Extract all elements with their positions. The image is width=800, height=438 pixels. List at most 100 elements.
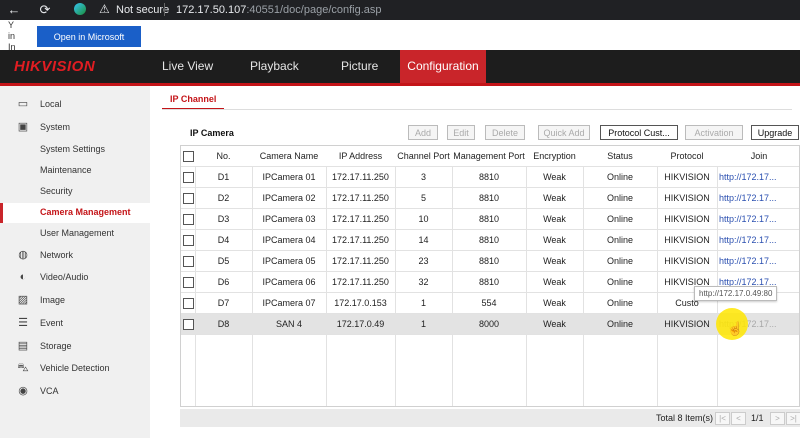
sidebar-item-system-settings[interactable]: System Settings — [0, 140, 150, 160]
table-cell: 8810 — [478, 172, 500, 182]
globe-icon: ◍ — [18, 249, 28, 261]
table-row[interactable]: D5 IPCamera 05 172.17.11.250 23 8810 Weak Onli… — [181, 251, 799, 272]
table-cell: Online — [606, 172, 633, 182]
tab-ip-channel[interactable]: IP Channel — [162, 90, 225, 110]
open-in-edge-button[interactable]: Open in Microsoft Edge — [37, 26, 141, 63]
address-bar[interactable]: 172.17.50.107:40551/doc/page/config.asp — [176, 4, 382, 16]
column-header-join: Join — [750, 151, 768, 161]
back-icon[interactable]: ← — [6, 2, 22, 18]
table-cell: D2 — [217, 193, 230, 203]
sidebar-item-camera-management[interactable]: Camera Management — [0, 203, 150, 223]
sidebar-item-label: System Settings — [40, 144, 106, 154]
sidebar-item-security[interactable]: Security — [0, 182, 150, 202]
sidebar-item-network[interactable]: ◍ Network — [0, 246, 150, 266]
prev-page-button[interactable]: < — [731, 412, 746, 425]
table-header-row: No. Camera Name IP Address Channel Port Mana… — [181, 146, 799, 167]
sidebar-item-video-audio[interactable]: ◐ Video/Audio — [0, 268, 150, 288]
sidebar-item-local[interactable]: ▭ Local — [0, 95, 150, 115]
table-cell: Online — [606, 277, 633, 287]
tab-playback[interactable]: Playback — [250, 50, 299, 83]
table-cell: IPCamera 04 — [262, 235, 316, 245]
tab-configuration[interactable]: Configuration — [400, 50, 486, 83]
table-row[interactable]: D1 IPCamera 01 172.17.11.250 3 8810 Weak Onlin… — [181, 167, 799, 188]
table-row[interactable]: D3 IPCamera 03 172.17.11.250 10 8810 Weak Onli… — [181, 209, 799, 230]
last-page-button[interactable]: >| — [786, 412, 800, 425]
select-all-checkbox[interactable] — [183, 151, 194, 162]
sidebar-item-label: Network — [40, 250, 74, 260]
sidebar-item-user-management[interactable]: User Management — [0, 224, 150, 244]
row-checkbox[interactable] — [183, 172, 194, 183]
tab-picture[interactable]: Picture — [341, 50, 378, 83]
row-checkbox[interactable] — [183, 319, 194, 330]
sidebar-item-system[interactable]: ▣ System — [0, 118, 150, 138]
url-divider — [164, 3, 165, 16]
table-row[interactable]: D4 IPCamera 04 172.17.11.250 14 8810 Weak Onli… — [181, 230, 799, 251]
table-cell: 8810 — [478, 193, 500, 203]
join-link[interactable]: http://172.17... — [717, 167, 799, 187]
upgrade-button[interactable]: Upgrade — [751, 125, 799, 140]
image-icon: ▨ — [17, 294, 29, 306]
column-header-protocol: Protocol — [670, 151, 704, 161]
sidebar-item-maintenance[interactable]: Maintenance — [0, 161, 150, 181]
storage-icon: ▤ — [17, 340, 29, 352]
delete-button[interactable]: Delete — [485, 125, 525, 140]
add-button[interactable]: Add — [408, 125, 438, 140]
table-cell: 8810 — [478, 256, 500, 266]
table-row[interactable]: D8 SAN 4 172.17.0.49 1 8000 Weak Online HIKVISI… — [181, 314, 799, 335]
activation-button[interactable]: Activation — [685, 125, 743, 140]
table-cell: D1 — [217, 172, 230, 182]
table-row[interactable]: D2 IPCamera 02 172.17.11.250 5 8810 Weak Onlin… — [181, 188, 799, 209]
join-link[interactable]: http://172.17... — [717, 209, 799, 229]
row-checkbox[interactable] — [183, 256, 194, 267]
table-cell: IPCamera 06 — [262, 277, 316, 287]
table-cell: Weak — [543, 277, 566, 287]
table-cell: 1 — [420, 319, 426, 329]
protocol-custom-button[interactable]: Protocol Cust... — [600, 125, 678, 140]
join-link[interactable]: http://172.17... — [717, 251, 799, 271]
table-cell: IPCamera 01 — [262, 172, 316, 182]
row-checkbox[interactable] — [183, 298, 194, 309]
side-letter: in — [8, 31, 16, 41]
column-header-channel-port: Channel Port — [397, 151, 450, 161]
hand-cursor-icon: ☝ — [727, 321, 744, 336]
table-cell: Weak — [543, 214, 566, 224]
table-cell: 10 — [418, 214, 429, 224]
edge-icon — [74, 3, 86, 15]
table-cell: Online — [606, 256, 633, 266]
table-cell: Online — [606, 298, 633, 308]
table-cell: 23 — [418, 256, 429, 266]
security-label[interactable]: Not secure — [116, 4, 169, 16]
table-cell: D3 — [217, 214, 230, 224]
row-checkbox[interactable] — [183, 277, 194, 288]
system-icon: ▣ — [17, 121, 29, 133]
table-cell: Weak — [543, 256, 566, 266]
reload-icon[interactable]: ⟳ — [37, 2, 53, 18]
quick-add-button[interactable]: Quick Add — [538, 125, 590, 140]
tab-live-view[interactable]: Live View — [162, 50, 213, 83]
sidebar-item-label: VCA — [40, 386, 59, 396]
table-cell: HIKVISION — [664, 235, 710, 245]
sidebar-item-vehicle-detection[interactable]: ⛍ Vehicle Detection — [0, 359, 150, 379]
join-link[interactable]: http://172.17... — [717, 230, 799, 250]
row-checkbox[interactable] — [183, 193, 194, 204]
table-cell: Online — [606, 214, 633, 224]
table-footer: Total 8 Item(s) |< < 1/1 > >| — [180, 409, 800, 427]
url-host: 172.17.50.107 — [176, 4, 247, 16]
sidebar-item-label: Video/Audio — [40, 272, 89, 282]
monitor-icon: ▭ — [17, 98, 29, 110]
sidebar-item-storage[interactable]: ▤ Storage — [0, 337, 150, 357]
next-page-button[interactable]: > — [770, 412, 785, 425]
sidebar-item-event[interactable]: ☰ Event — [0, 314, 150, 334]
row-checkbox[interactable] — [183, 235, 194, 246]
edit-button[interactable]: Edit — [447, 125, 475, 140]
sidebar-item-image[interactable]: ▨ Image — [0, 291, 150, 311]
table-cell: HIKVISION — [664, 319, 710, 329]
table-cell: HIKVISION — [664, 172, 710, 182]
join-link[interactable]: http://172.17... — [717, 188, 799, 208]
sidebar-item-vca[interactable]: ◉ VCA — [0, 382, 150, 402]
tab-divider — [162, 109, 792, 110]
app-header: HIKVISION Live View Playback Picture Con… — [0, 50, 800, 86]
first-page-button[interactable]: |< — [715, 412, 730, 425]
table-cell: 8810 — [478, 214, 500, 224]
row-checkbox[interactable] — [183, 214, 194, 225]
